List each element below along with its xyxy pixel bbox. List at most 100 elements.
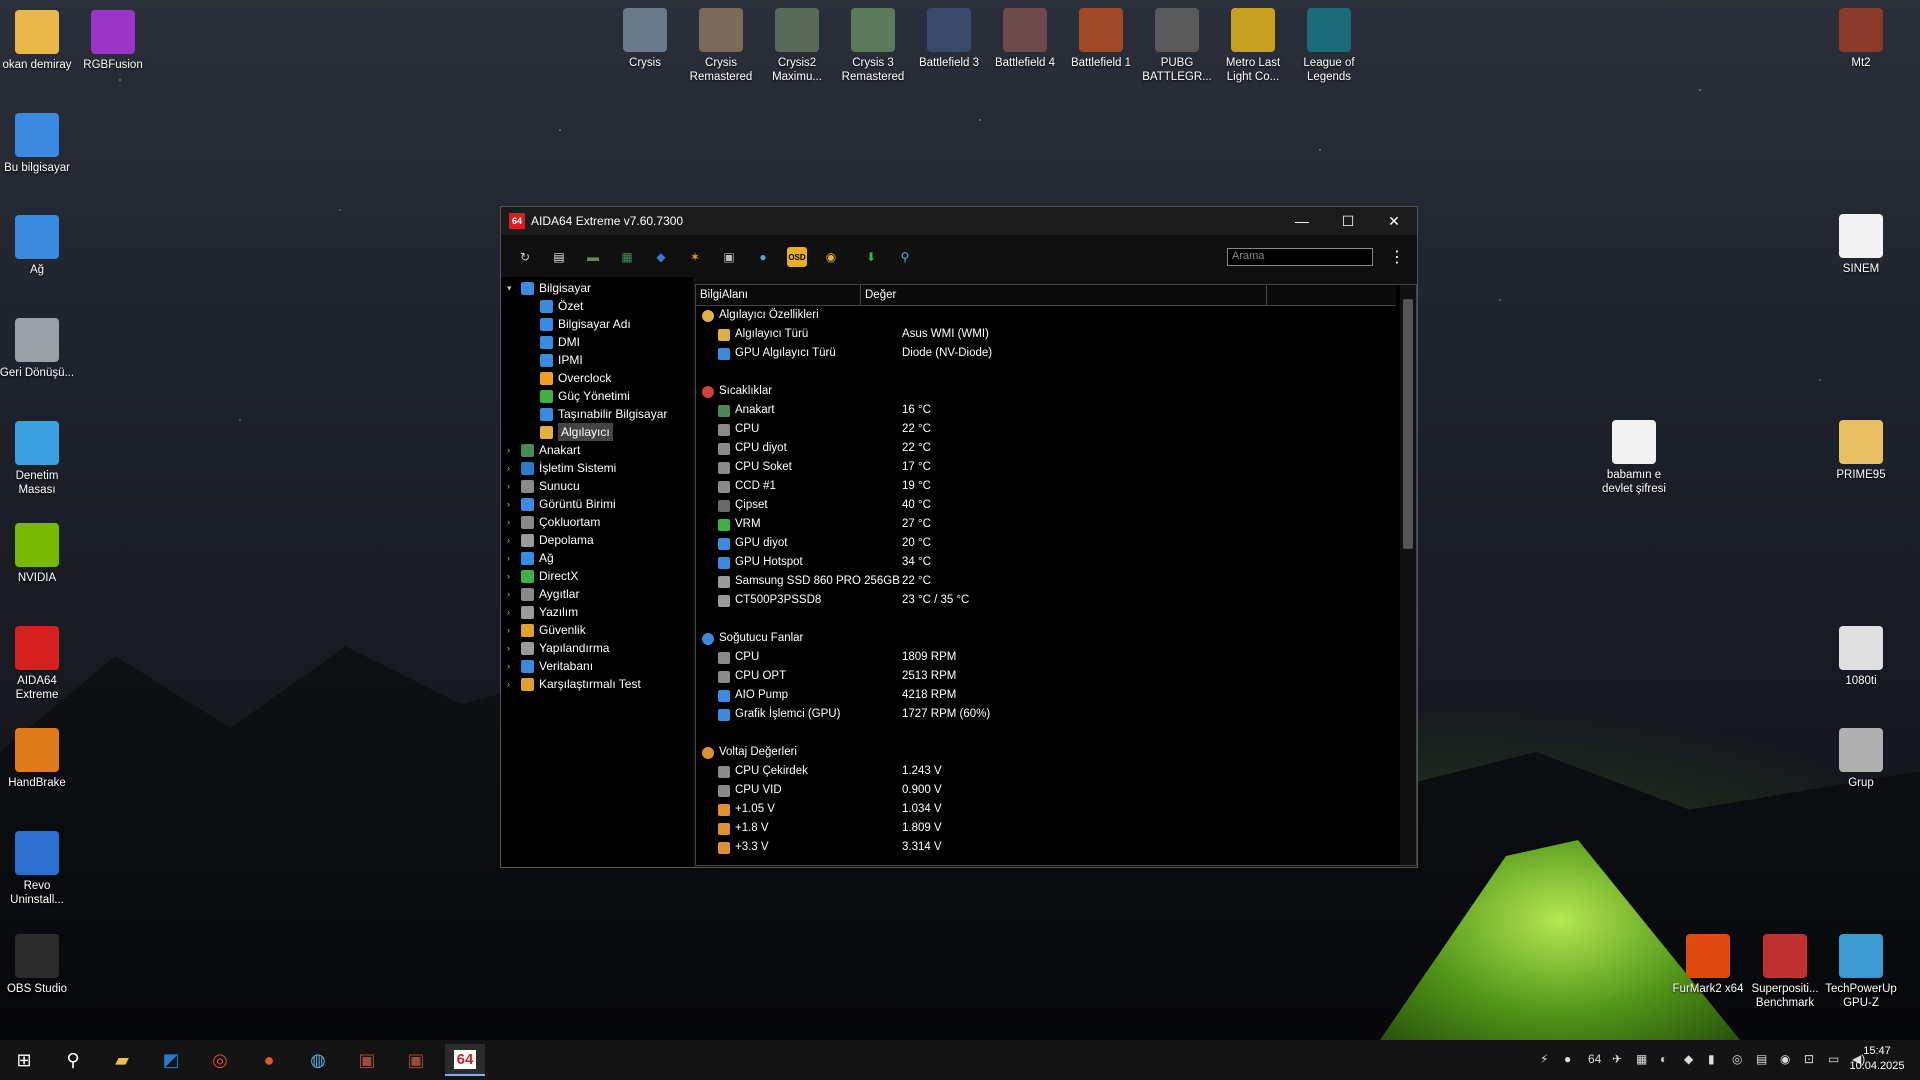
expand-icon[interactable]: ›: [507, 675, 517, 693]
sensor-row[interactable]: CT500P3PSSD8 23 °C / 35 °C: [696, 591, 1396, 610]
expand-icon[interactable]: ›: [507, 459, 517, 477]
user-icon[interactable]: ●: [753, 247, 773, 267]
desktop-icon[interactable]: Battlefield 4: [987, 8, 1063, 70]
tree-item[interactable]: › Sunucu: [507, 477, 580, 495]
download-icon[interactable]: ⬇: [861, 247, 881, 267]
tree-item[interactable]: Güç Yönetimi: [526, 387, 630, 405]
tree-item[interactable]: Özet: [526, 297, 583, 315]
expand-icon[interactable]: ›: [507, 495, 517, 513]
tree-item[interactable]: › Veritabanı: [507, 657, 593, 675]
sensor-row[interactable]: CPU Çekirdek 1.243 V: [696, 762, 1396, 781]
column-bilgialani[interactable]: BilgiAlanı: [700, 285, 748, 305]
column-deger[interactable]: Değer: [865, 285, 896, 305]
refresh-icon[interactable]: ↻: [515, 247, 535, 267]
sensor-row[interactable]: Algılayıcı Türü Asus WMI (WMI): [696, 325, 1396, 344]
desktop-icon[interactable]: Bu bilgisayar: [0, 113, 75, 175]
desktop-icon[interactable]: Metro Last Light Co...: [1215, 8, 1291, 84]
desktop-icon[interactable]: Geri Dönüşü...: [0, 318, 75, 380]
desktop-icon[interactable]: Crysis 3 Remastered: [835, 8, 911, 84]
tree-item[interactable]: › Ağ: [507, 549, 554, 567]
desktop-icon[interactable]: Grup: [1823, 728, 1899, 790]
tray-icon[interactable]: ◐: [1660, 1052, 1667, 1066]
more-menu-icon[interactable]: ⋮: [1387, 247, 1407, 267]
desktop-icon[interactable]: Denetim Masası: [0, 421, 75, 497]
expand-icon[interactable]: ›: [507, 567, 517, 585]
expand-icon[interactable]: ›: [507, 531, 517, 549]
sensor-section-header[interactable]: Algılayıcı Özellikleri: [696, 306, 1396, 325]
steam-icon[interactable]: ◍: [298, 1044, 338, 1076]
desktop-icon[interactable]: Superpositi... Benchmark: [1747, 934, 1823, 1010]
tray-icon[interactable]: ▭: [1828, 1052, 1839, 1066]
tree-item[interactable]: Algılayıcı: [526, 423, 613, 441]
tray-icon[interactable]: 64: [1588, 1052, 1601, 1066]
expand-icon[interactable]: ›: [507, 549, 517, 567]
desktop-icon[interactable]: TechPowerUp GPU-Z: [1823, 934, 1899, 1010]
desktop-icon[interactable]: PUBG BATTLEGR...: [1139, 8, 1215, 84]
osd-icon[interactable]: OSD: [787, 247, 807, 267]
tree-item[interactable]: IPMI: [526, 351, 583, 369]
sensor-row[interactable]: AIO Pump 4218 RPM: [696, 686, 1396, 705]
sensor-icon[interactable]: ◉: [821, 247, 841, 267]
expand-icon[interactable]: ›: [507, 585, 517, 603]
expand-icon[interactable]: ›: [507, 441, 517, 459]
minimize-button[interactable]: —: [1279, 207, 1325, 235]
tree-item[interactable]: Bilgisayar Adı: [526, 315, 631, 333]
sensor-row[interactable]: CCD #1 19 °C: [696, 477, 1396, 496]
desktop-icon[interactable]: okan demiray: [0, 10, 75, 72]
sensor-section-header[interactable]: Voltaj Değerleri: [696, 743, 1396, 762]
tree-item[interactable]: › Aygıtlar: [507, 585, 579, 603]
sensor-row[interactable]: Grafik İşlemci (GPU) 1727 RPM (60%): [696, 705, 1396, 724]
tray-icon[interactable]: ⊡: [1804, 1052, 1814, 1066]
search-icon[interactable]: ⚲: [53, 1044, 93, 1076]
sensor-row[interactable]: GPU Algılayıcı Türü Diode (NV-Diode): [696, 344, 1396, 363]
sensor-row[interactable]: Anakart 16 °C: [696, 401, 1396, 420]
tree-item[interactable]: Overclock: [526, 369, 611, 387]
expand-icon[interactable]: ›: [507, 639, 517, 657]
clock[interactable]: 15:47 10.04.2025: [1848, 1044, 1906, 1074]
tree-item[interactable]: › Yapılandırma: [507, 639, 609, 657]
sensor-row[interactable]: GPU Hotspot 34 °C: [696, 553, 1396, 572]
desktop-icon[interactable]: SINEM: [1823, 214, 1899, 276]
flame-icon[interactable]: ✶: [685, 247, 705, 267]
tray-icon[interactable]: ⚡: [1540, 1052, 1548, 1066]
ea-icon[interactable]: ●: [249, 1044, 289, 1076]
sensor-row[interactable]: +1.8 V 1.809 V: [696, 819, 1396, 838]
desktop-icon[interactable]: Revo Uninstall...: [0, 831, 75, 907]
memory-icon[interactable]: ▦: [617, 247, 637, 267]
game2-icon[interactable]: ▣: [396, 1044, 436, 1076]
sensor-row[interactable]: CPU VID 0.900 V: [696, 781, 1396, 800]
sensor-section-header[interactable]: Soğutucu Fanlar: [696, 629, 1396, 648]
tree-item[interactable]: DMI: [526, 333, 580, 351]
aida64-icon[interactable]: 64: [445, 1044, 485, 1076]
sensor-row[interactable]: +1.05 V 1.034 V: [696, 800, 1396, 819]
sensor-row[interactable]: CPU 1809 RPM: [696, 648, 1396, 667]
sensor-row[interactable]: CPU OPT 2513 RPM: [696, 667, 1396, 686]
desktop-icon[interactable]: Crysis: [607, 8, 683, 70]
expand-icon[interactable]: ›: [507, 657, 517, 675]
desktop-icon[interactable]: Crysis Remastered: [683, 8, 759, 84]
sensor-row[interactable]: Samsung SSD 860 PRO 256GB 22 °C: [696, 572, 1396, 591]
desktop-icon[interactable]: RGBFusion: [75, 10, 151, 72]
sensor-row[interactable]: GPU diyot 20 °C: [696, 534, 1396, 553]
desktop-icon[interactable]: 1080ti: [1823, 626, 1899, 688]
tray-icon[interactable]: ✈: [1612, 1052, 1622, 1066]
desktop-icon[interactable]: OBS Studio: [0, 934, 75, 996]
title-bar[interactable]: 64 AIDA64 Extreme v7.60.7300 — ☐ ✕: [501, 207, 1417, 235]
tray-icon[interactable]: ◆: [1684, 1052, 1693, 1066]
desktop-icon[interactable]: Battlefield 3: [911, 8, 987, 70]
sensor-row[interactable]: Çipset 40 °C: [696, 496, 1396, 515]
outlook-icon[interactable]: ◩: [151, 1044, 191, 1076]
network-audit-icon[interactable]: ◆: [651, 247, 671, 267]
expand-icon[interactable]: ›: [507, 477, 517, 495]
tree-item[interactable]: ▾ Bilgisayar: [507, 279, 591, 297]
tree-item[interactable]: › Anakart: [507, 441, 580, 459]
desktop-icon[interactable]: babamın e devlet şifresi: [1596, 420, 1672, 496]
close-button[interactable]: ✕: [1371, 207, 1417, 235]
desktop-icon[interactable]: AIDA64 Extreme: [0, 626, 75, 702]
tree-item[interactable]: › DirectX: [507, 567, 578, 585]
sensor-row[interactable]: VRM 27 °C: [696, 515, 1396, 534]
start-icon[interactable]: ⊞: [4, 1044, 44, 1076]
sensor-row[interactable]: +3.3 V 3.314 V: [696, 838, 1396, 857]
motherboard-icon[interactable]: ▬: [583, 247, 603, 267]
sensor-row[interactable]: CPU Soket 17 °C: [696, 458, 1396, 477]
